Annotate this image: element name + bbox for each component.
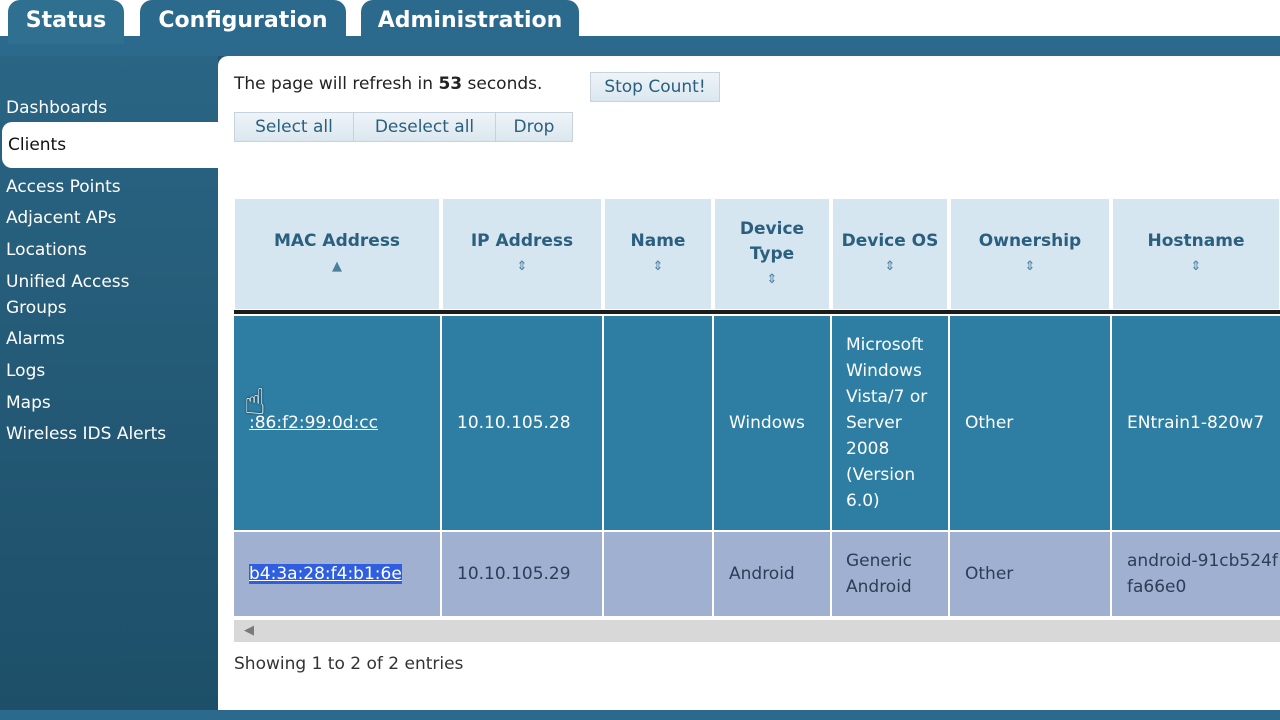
mac-link[interactable]: :86:f2:99:0d:cc bbox=[249, 413, 378, 433]
scroll-left-icon[interactable]: ◀ bbox=[244, 623, 254, 638]
hand-cursor-icon: ☝ bbox=[244, 382, 266, 423]
header-label: IP Address bbox=[470, 231, 574, 251]
refresh-seconds: 53 bbox=[438, 74, 463, 94]
sidebar: Dashboards Clients Access Points Adjacen… bbox=[0, 56, 218, 710]
sidebar-item-dashboards[interactable]: Dashboards bbox=[6, 95, 107, 121]
header-device-os[interactable]: Device OS ⇕ bbox=[832, 198, 948, 310]
table-row[interactable]: b4:3a:28:f4:b1:6e 10.10.105.29 Android G… bbox=[234, 532, 1280, 616]
sort-icon: ⇕ bbox=[1024, 259, 1036, 274]
hostname-value: ENtrain1-820w7 bbox=[1127, 413, 1265, 433]
cell-mac: :86:f2:99:0d:cc bbox=[234, 316, 442, 530]
mac-link[interactable]: b4:3a:28:f4:b1:6e bbox=[249, 564, 402, 584]
header-label: MAC Address bbox=[273, 231, 401, 251]
entries-info: Showing 1 to 2 of 2 entries bbox=[234, 654, 464, 674]
cell-device-os: Microsoft Windows Vista/7 or Server 2008… bbox=[832, 316, 950, 530]
table-row[interactable]: :86:f2:99:0d:cc 10.10.105.28 Windows Mic… bbox=[234, 316, 1280, 530]
sidebar-item-alarms[interactable]: Alarms bbox=[6, 326, 65, 352]
ownership-value: Other bbox=[965, 564, 1014, 584]
header-label: Name bbox=[630, 231, 686, 251]
sort-icon: ⇕ bbox=[516, 259, 528, 274]
refresh-prefix: The page will refresh in bbox=[234, 74, 434, 94]
select-all-button[interactable]: Select all bbox=[234, 112, 354, 142]
cell-ip: 10.10.105.28 bbox=[442, 316, 604, 530]
tab-administration[interactable]: Administration bbox=[361, 0, 579, 44]
main-panel: The page will refresh in 53 seconds. Sto… bbox=[218, 56, 1280, 710]
header-label: Device Type bbox=[739, 218, 805, 264]
sidebar-item-clients[interactable]: Clients bbox=[2, 122, 218, 168]
cell-name bbox=[604, 532, 714, 616]
sort-icon: ⇕ bbox=[766, 271, 778, 287]
device-os-value: Microsoft Windows Vista/7 or Server 2008… bbox=[846, 335, 928, 511]
cell-device-os: Generic Android bbox=[832, 532, 950, 616]
device-type-value: Android bbox=[729, 564, 795, 584]
sidebar-item-unified-access-groups[interactable]: Unified Access Groups bbox=[6, 269, 176, 321]
footer-bar bbox=[0, 710, 1280, 720]
tab-configuration[interactable]: Configuration bbox=[140, 0, 346, 44]
header-name[interactable]: Name ⇕ bbox=[604, 198, 712, 310]
header-mac-address[interactable]: MAC Address ▲ bbox=[234, 198, 440, 310]
ip-value: 10.10.105.28 bbox=[457, 413, 571, 433]
horizontal-scrollbar[interactable]: ◀ bbox=[234, 620, 1280, 642]
sidebar-item-access-points[interactable]: Access Points bbox=[6, 174, 121, 200]
sidebar-item-maps[interactable]: Maps bbox=[6, 390, 51, 416]
header-ip-address[interactable]: IP Address ⇕ bbox=[442, 198, 602, 310]
sidebar-item-wireless-ids-alerts[interactable]: Wireless IDS Alerts bbox=[6, 421, 166, 447]
deselect-all-button[interactable]: Deselect all bbox=[353, 112, 496, 142]
cell-mac: b4:3a:28:f4:b1:6e bbox=[234, 532, 442, 616]
cell-ip: 10.10.105.29 bbox=[442, 532, 604, 616]
sidebar-item-adjacent-aps[interactable]: Adjacent APs bbox=[6, 205, 116, 231]
sidebar-item-locations[interactable]: Locations bbox=[6, 237, 87, 263]
refresh-notice: The page will refresh in 53 seconds. bbox=[234, 74, 542, 94]
header-device-type[interactable]: Device Type ⇕ bbox=[714, 198, 830, 310]
sort-icon: ⇕ bbox=[1190, 259, 1202, 274]
sidebar-item-label: Clients bbox=[8, 135, 67, 155]
header-label: Hostname bbox=[1147, 231, 1245, 251]
cell-ownership: Other bbox=[950, 532, 1112, 616]
sort-icon: ⇕ bbox=[652, 259, 664, 274]
device-type-value: Windows bbox=[729, 413, 805, 433]
cell-name bbox=[604, 316, 714, 530]
cell-hostname: ENtrain1-820w7 bbox=[1112, 316, 1280, 530]
header-label: Device OS bbox=[841, 231, 939, 251]
cell-device-type: Windows bbox=[714, 316, 832, 530]
header-divider bbox=[234, 310, 1280, 314]
cell-hostname: android-91cb524ffa66e0 bbox=[1112, 532, 1280, 616]
tab-status[interactable]: Status bbox=[8, 0, 124, 44]
sidebar-item-logs[interactable]: Logs bbox=[6, 358, 45, 384]
header-ownership[interactable]: Ownership ⇕ bbox=[950, 198, 1110, 310]
stop-count-button[interactable]: Stop Count! bbox=[590, 72, 720, 102]
ip-value: 10.10.105.29 bbox=[457, 564, 571, 584]
sort-icon: ⇕ bbox=[884, 259, 896, 274]
cell-device-type: Android bbox=[714, 532, 832, 616]
hostname-value: android-91cb524ffa66e0 bbox=[1127, 551, 1278, 597]
refresh-suffix: seconds. bbox=[467, 74, 543, 94]
drop-button[interactable]: Drop bbox=[495, 112, 573, 142]
header-label: Ownership bbox=[978, 231, 1082, 251]
device-os-value: Generic Android bbox=[846, 551, 912, 597]
ownership-value: Other bbox=[965, 413, 1014, 433]
header-hostname[interactable]: Hostname ⇕ bbox=[1112, 198, 1280, 310]
cell-ownership: Other bbox=[950, 316, 1112, 530]
sort-asc-icon: ▲ bbox=[332, 259, 342, 274]
